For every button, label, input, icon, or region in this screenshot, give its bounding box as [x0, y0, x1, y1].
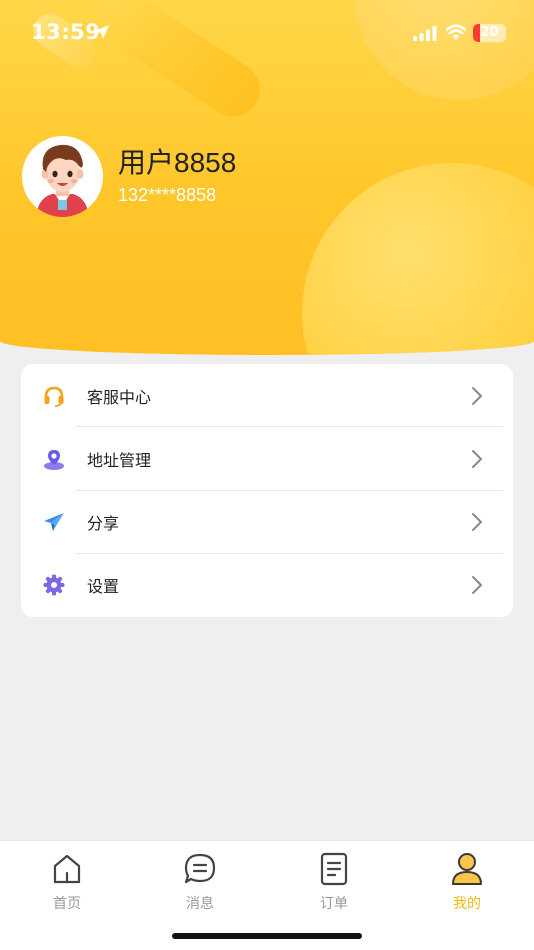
- home-icon: [53, 854, 81, 884]
- tab-messages[interactable]: 消息: [160, 851, 240, 913]
- home-indicator: [172, 933, 362, 939]
- battery-level: 20: [480, 25, 499, 40]
- tab-mine[interactable]: 我的: [427, 851, 507, 913]
- location-pin-icon: [41, 446, 67, 472]
- menu-item-label: 设置: [87, 577, 120, 597]
- chevron-right-icon: [472, 576, 483, 595]
- user-name: 用户8858: [118, 147, 237, 178]
- menu-item-settings[interactable]: 设置: [21, 554, 513, 617]
- menu-item-label: 客服中心: [87, 387, 152, 407]
- message-icon: [184, 853, 216, 884]
- user-phone: 132****8858: [118, 185, 217, 205]
- profile-screen: 用户8858 132****8858 13:59 20 客服中心 地址管理 分享…: [0, 0, 534, 950]
- wifi-icon: [446, 24, 466, 40]
- headset-icon: [41, 383, 67, 409]
- gear-icon: [41, 572, 67, 598]
- status-bar: 13:59 20: [0, 0, 534, 68]
- chevron-right-icon: [472, 513, 483, 532]
- avatar-illustration-icon: [22, 136, 103, 217]
- menu-item-share[interactable]: 分享: [21, 491, 513, 554]
- order-icon: [320, 852, 348, 886]
- avatar[interactable]: [22, 136, 103, 217]
- tab-home[interactable]: 首页: [27, 851, 107, 913]
- tab-orders[interactable]: 订单: [294, 851, 374, 913]
- menu-item-customer-service[interactable]: 客服中心: [21, 364, 513, 428]
- menu-item-address[interactable]: 地址管理: [21, 427, 513, 491]
- paper-plane-icon: [41, 509, 67, 535]
- status-time: 13:59: [31, 20, 101, 44]
- location-arrow-icon: [95, 25, 109, 39]
- menu-card: 客服中心 地址管理 分享 设置: [21, 364, 513, 617]
- tab-label: 首页: [53, 896, 81, 912]
- tab-label: 我的: [453, 896, 481, 912]
- battery-icon: 20: [473, 24, 506, 42]
- tab-label: 订单: [320, 896, 348, 912]
- chevron-right-icon: [472, 386, 483, 405]
- signal-icon: [413, 26, 437, 41]
- menu-item-label: 地址管理: [87, 450, 152, 470]
- tab-label: 消息: [186, 896, 214, 912]
- chevron-right-icon: [472, 449, 483, 468]
- decor-circle: [302, 163, 534, 355]
- user-icon: [452, 853, 482, 885]
- menu-item-label: 分享: [87, 514, 120, 534]
